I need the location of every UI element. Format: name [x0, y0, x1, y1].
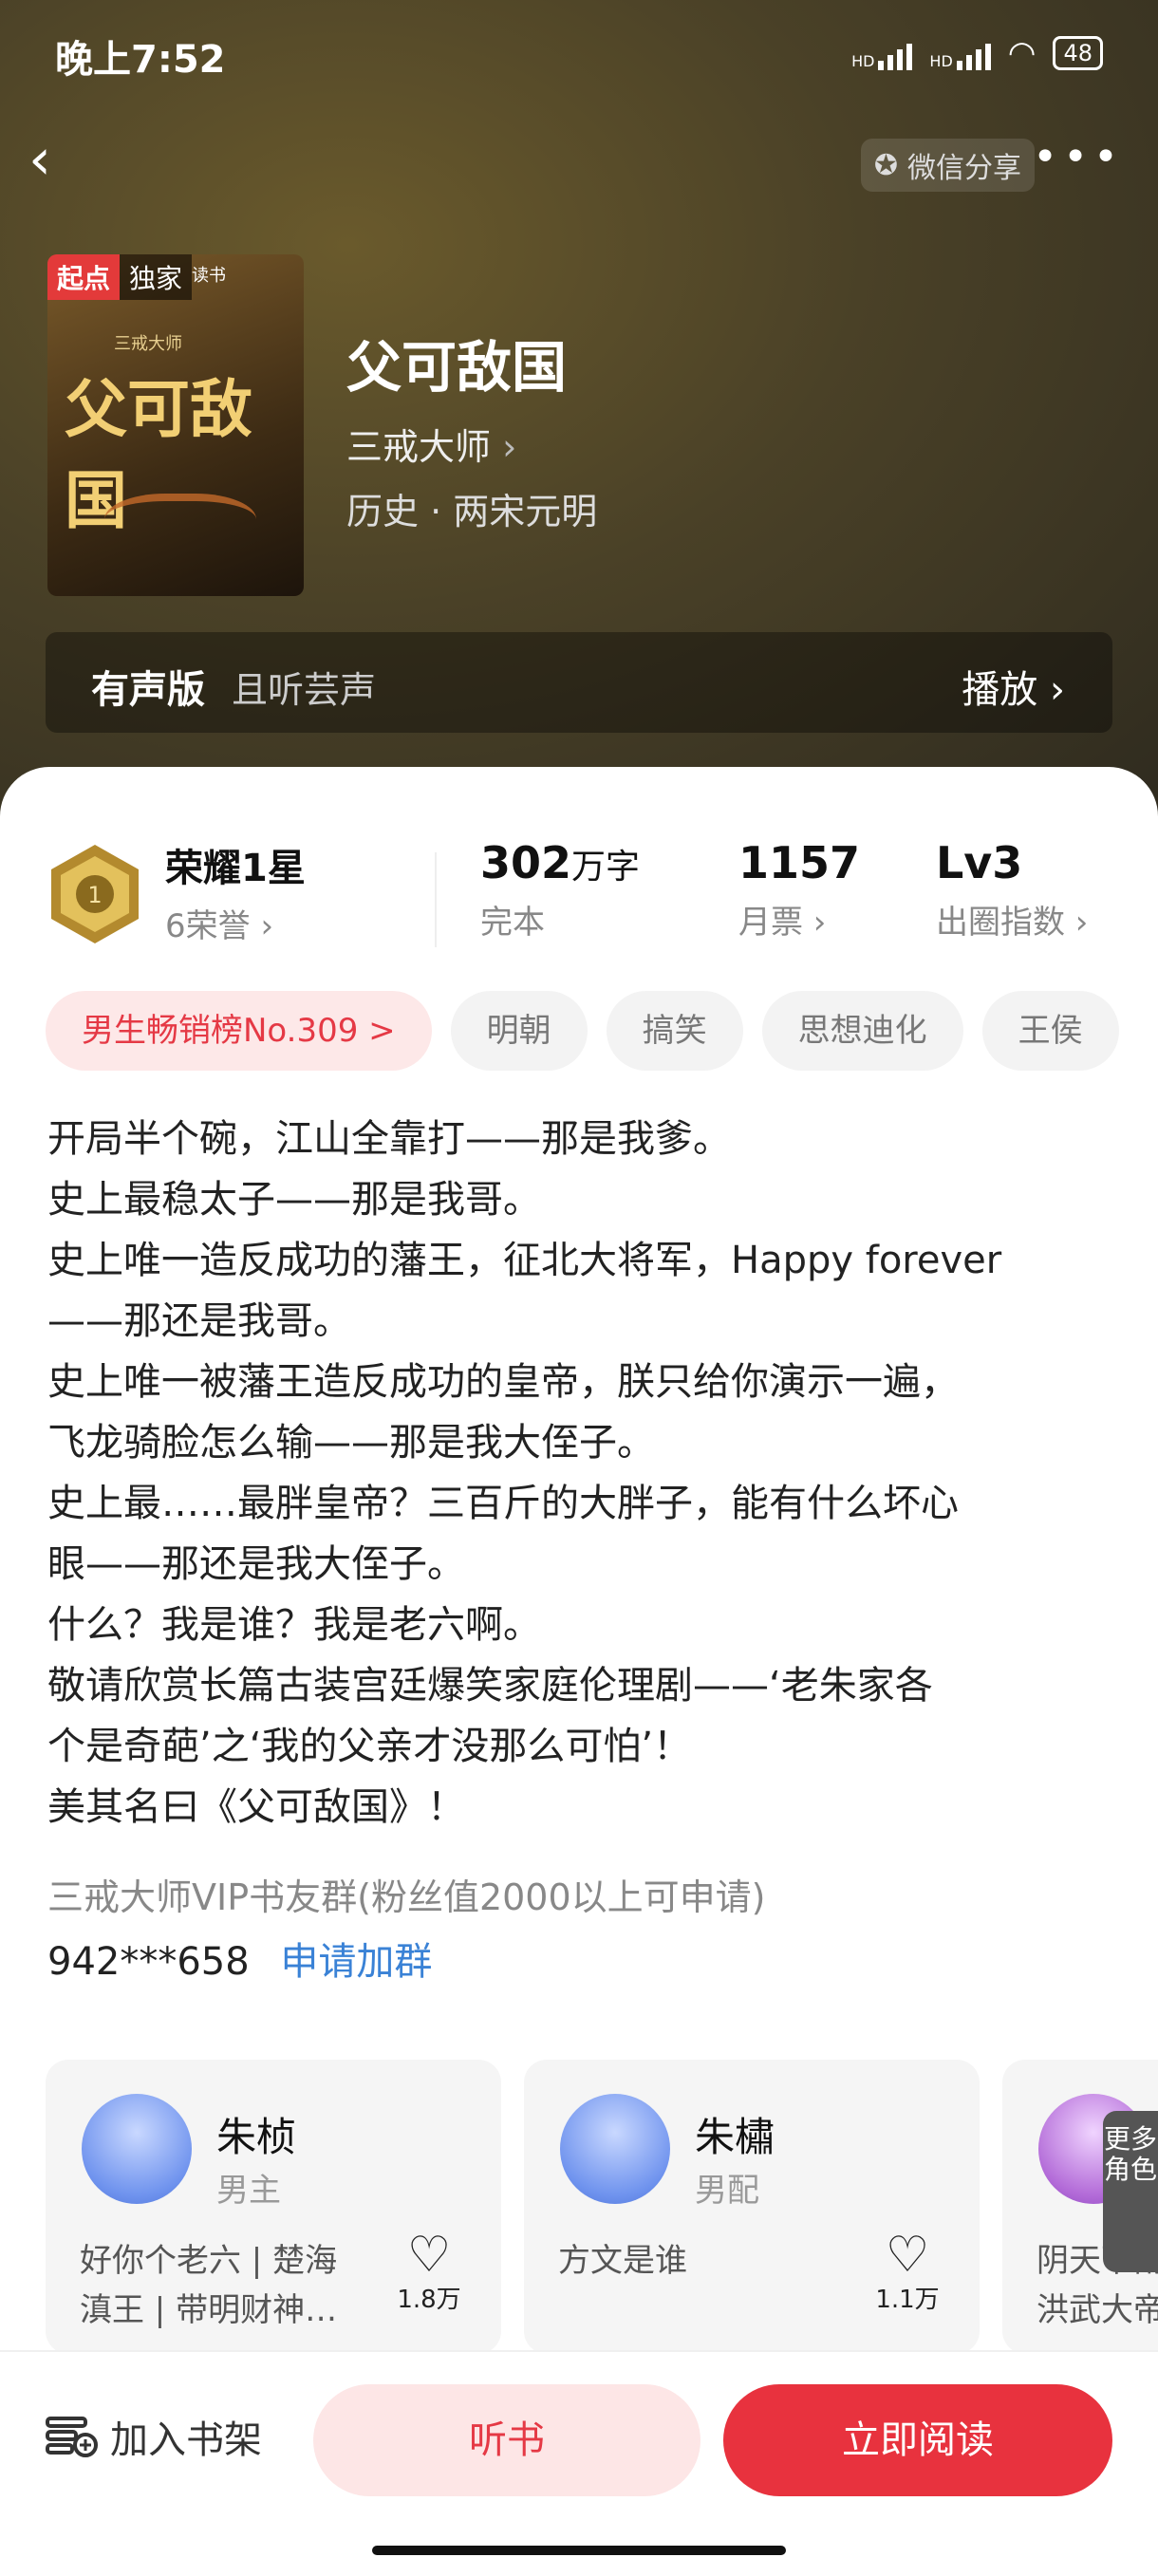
book-cover[interactable]: 起点 独家 读书 三戒大师 父可敌国: [47, 254, 304, 596]
character-name: 朱桢: [216, 2114, 297, 2160]
heart-icon: ♡: [885, 2227, 930, 2284]
character-quote: 方文是谁: [558, 2242, 687, 2280]
home-indicator[interactable]: [372, 2546, 786, 2555]
tag-item[interactable]: 明朝: [450, 991, 588, 1071]
heart-icon: ♡: [406, 2227, 452, 2284]
description-line: 敬请欣赏长篇古装宫廷爆笑家庭伦理剧——‘老朱家各: [47, 1664, 933, 1708]
character-name: 朱橚: [695, 2114, 775, 2160]
book-title: 父可敌国: [346, 335, 568, 400]
word-count-stat: 302万字 完本: [480, 837, 640, 943]
cover-badge-qidian: 起点: [47, 254, 121, 300]
tag-ranking[interactable]: 男生畅销榜No.309 >: [46, 991, 432, 1071]
completion-status: 完本: [480, 904, 545, 942]
audio-narrator: 且听芸声: [232, 669, 377, 711]
cover-author: 三戒大师: [114, 334, 182, 354]
status-bar: 晚上7:52 HD HD ◠ 48: [55, 28, 1103, 82]
honor-sub: 6荣誉: [165, 907, 251, 945]
honor-title: 荣耀1星: [165, 847, 306, 890]
description-line: 个是奇葩’之‘我的父亲才没那么可怕’！: [47, 1725, 692, 1768]
chevron-right-icon: ›: [803, 904, 827, 942]
description-line: 史上最稳太子——那是我哥。: [47, 1178, 541, 1222]
character-role: 男主: [216, 2172, 281, 2210]
book-header: 晚上7:52 HD HD ◠ 48 ‹ ✪ 微信分享 ••• 起点 独家 读书 …: [0, 0, 1158, 816]
description-line: 什么？我是谁？我是老六啊。: [47, 1603, 541, 1647]
description-line: 眼——那还是我大侄子。: [47, 1542, 465, 1586]
signal-icon: HD: [851, 36, 913, 70]
description-line: 史上唯一被藩王造反成功的皇帝，朕只给你演示一遍，: [47, 1360, 959, 1404]
cover-roof-art: [104, 494, 256, 558]
more-options-button[interactable]: •••: [1033, 137, 1124, 178]
listen-button[interactable]: 听书: [313, 2384, 700, 2496]
bookshelf-add-icon: [46, 2417, 98, 2457]
fan-group-number: 942***658: [47, 1940, 250, 1984]
popularity-index-value: Lv3: [936, 837, 1023, 888]
character-card[interactable]: 朱橚 男配 方文是谁 ♡ 1.1万: [524, 2060, 980, 2354]
stats-row: 1 荣耀1星 6荣誉 › 302万字 完本 1157 月票 › Lv3 出圈指数…: [0, 824, 1158, 957]
book-author-link[interactable]: 三戒大师 ›: [346, 418, 516, 470]
back-button[interactable]: ‹: [28, 131, 85, 190]
tag-list: 男生畅销榜No.309 > 明朝 搞笑 思想迪化 王侯: [46, 991, 1119, 1071]
chevron-right-icon: ›: [250, 907, 274, 945]
bottom-action-bar: 加入书架 听书 立即阅读: [0, 2350, 1158, 2576]
battery-icon: 48: [1053, 36, 1103, 70]
cover-badge-exclusive: 独家: [120, 254, 193, 300]
fan-group-row: 942***658 申请加群: [47, 1931, 432, 1986]
description-line: 史上唯一造反成功的藩王，征北大将军，Happy forever: [47, 1239, 1002, 1282]
popularity-index-stat[interactable]: Lv3 出圈指数 ›: [936, 837, 1088, 943]
more-characters-button[interactable]: 更多角色: [1103, 2111, 1158, 2272]
wechat-icon: ✪: [873, 148, 898, 182]
monthly-tickets-value: 1157: [738, 837, 861, 888]
word-count-value: 302: [480, 837, 572, 888]
chevron-right-icon: ›: [1065, 904, 1089, 942]
popularity-index-label: 出圈指数: [936, 904, 1065, 942]
fan-group-text: 三戒大师VIP书友群(粉丝值2000以上可申请): [47, 1876, 766, 1918]
book-genre: 历史 · 两宋元明: [346, 491, 598, 532]
signal-icon-2: HD: [929, 36, 991, 70]
wechat-share-button[interactable]: ✪ 微信分享: [860, 139, 1035, 192]
chevron-right-icon: ›: [502, 426, 517, 468]
honor-medal-icon: 1: [51, 845, 139, 943]
wifi-icon: ◠: [1007, 34, 1037, 72]
monthly-tickets-stat[interactable]: 1157 月票 ›: [738, 837, 860, 943]
tag-item[interactable]: 思想迪化: [761, 991, 963, 1071]
svg-text:1: 1: [87, 882, 102, 908]
read-now-button[interactable]: 立即阅读: [723, 2384, 1112, 2496]
avatar: [82, 2094, 192, 2204]
detail-sheet: 1 荣耀1星 6荣誉 › 302万字 完本 1157 月票 › Lv3 出圈指数…: [0, 767, 1158, 2574]
avatar: [560, 2094, 670, 2204]
like-count: 1.8万: [397, 2286, 461, 2314]
like-button[interactable]: ♡ 1.1万: [869, 2231, 945, 2315]
description-line: 史上最……最胖皇帝？三百斤的大胖子，能有什么坏心: [47, 1482, 959, 1525]
description-line: ——那还是我哥。: [47, 1299, 351, 1343]
character-quote: 好你个老六 | 楚海滇王 | 带明财神…: [80, 2242, 338, 2329]
honor-stat[interactable]: 荣耀1星 6荣誉 ›: [165, 837, 306, 946]
tag-item[interactable]: 王侯: [981, 991, 1119, 1071]
divider: [435, 852, 437, 947]
book-description: 开局半个碗，江山全靠打——那是我爹。 史上最稳太子——那是我哥。 史上唯一造反成…: [47, 1109, 1120, 1838]
word-count-unit: 万字: [571, 848, 641, 887]
character-card[interactable]: 朱桢 男主 好你个老六 | 楚海滇王 | 带明财神… ♡ 1.8万: [46, 2060, 501, 2354]
like-count: 1.1万: [875, 2286, 940, 2314]
tag-item[interactable]: 搞笑: [606, 991, 743, 1071]
chevron-right-icon: ›: [1050, 668, 1065, 712]
cover-badge-read: 读书: [192, 266, 226, 286]
audio-version-bar[interactable]: 有声版 且听芸声 播放 ›: [46, 632, 1112, 733]
character-cards: 朱桢 男主 好你个老六 | 楚海滇王 | 带明财神… ♡ 1.8万 朱橚 男配 …: [46, 2060, 1158, 2354]
description-line: 开局半个碗，江山全靠打——那是我爹。: [47, 1117, 731, 1161]
audio-play-button[interactable]: 播放 ›: [962, 659, 1065, 714]
monthly-tickets-label: 月票: [738, 904, 803, 942]
like-button[interactable]: ♡ 1.8万: [391, 2231, 467, 2315]
character-role: 男配: [695, 2172, 759, 2210]
description-line: 飞龙骑脸怎么输——那是我大侄子。: [47, 1421, 655, 1465]
description-line: 美其名曰《父可敌国》！: [47, 1785, 465, 1829]
audio-label: 有声版: [91, 668, 205, 712]
add-to-shelf-button[interactable]: 加入书架: [46, 2409, 262, 2464]
join-group-link[interactable]: 申请加群: [280, 1940, 432, 1984]
status-time: 晚上7:52: [55, 38, 226, 82]
